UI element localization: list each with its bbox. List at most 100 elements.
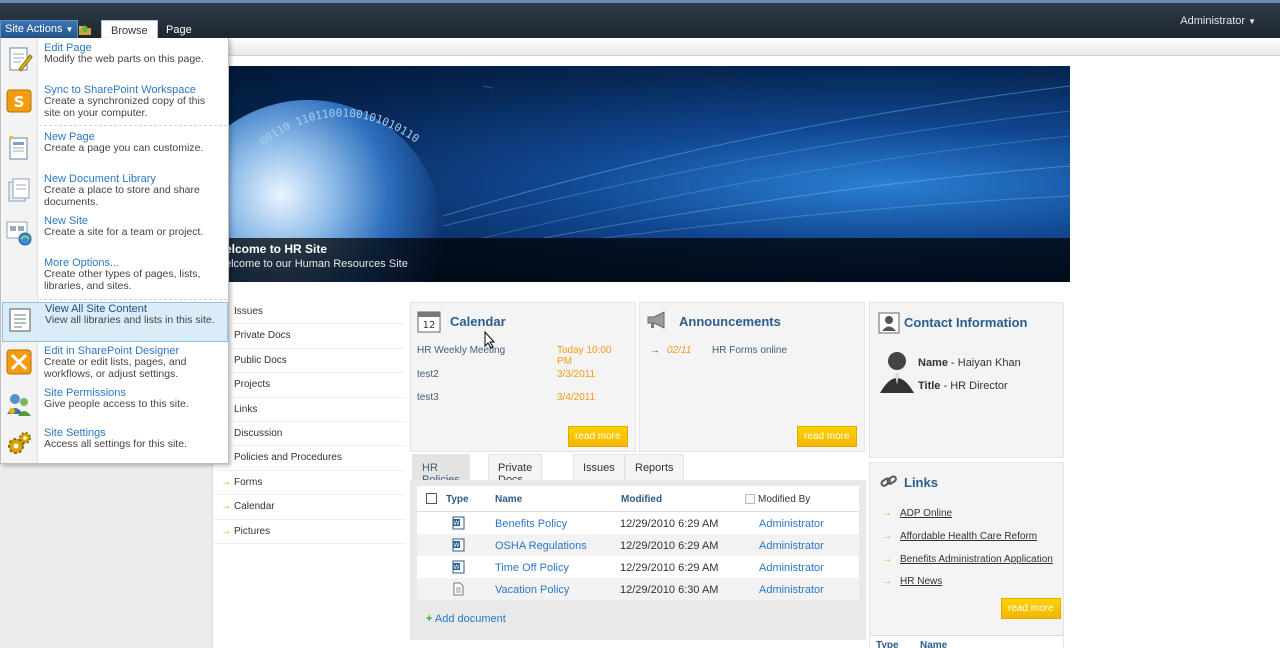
document-modified-by[interactable]: Administrator <box>759 540 824 552</box>
column-name[interactable]: Name <box>495 494 522 505</box>
navigate-up-icon[interactable] <box>78 24 92 36</box>
table-row[interactable]: Vacation Policy 12/29/2010 6:30 AM Admin… <box>417 578 859 600</box>
link-item[interactable]: → Benefits Administration Application <box>882 554 1053 565</box>
menu-item-edit-page[interactable]: Edit Page Modify the web parts on this p… <box>2 42 228 80</box>
table-row[interactable]: W Time Off Policy 12/29/2010 6:29 AM Adm… <box>417 556 859 578</box>
calendar-title[interactable]: Calendar <box>450 314 506 329</box>
user-menu[interactable]: Administrator ▼ <box>1180 15 1256 27</box>
document-modified-by[interactable]: Administrator <box>759 518 824 530</box>
column-checkbox[interactable] <box>745 494 755 504</box>
table-header: Type Name Modified Modified By <box>417 486 859 512</box>
banner-subtitle: elcome to our Human Resources Site <box>225 258 408 270</box>
settings-icon <box>5 430 33 458</box>
designer-icon <box>5 348 33 376</box>
column-type[interactable]: Type <box>876 640 899 648</box>
ql-item-forms[interactable]: → Forms <box>213 471 405 496</box>
column-name[interactable]: Name <box>920 640 947 648</box>
site-actions-menu: Edit Page Modify the web parts on this p… <box>0 38 229 464</box>
ql-item-public-docs[interactable]: →Public Docs <box>213 349 405 374</box>
menu-item-site-permissions[interactable]: Site Permissions Give people access to t… <box>2 387 228 425</box>
document-name[interactable]: OSHA Regulations <box>495 540 587 552</box>
ql-label: Private Docs <box>234 330 291 342</box>
document-name[interactable]: Vacation Policy <box>495 584 569 596</box>
document-table: Type Name Modified Modified By W Benefit… <box>417 486 859 600</box>
tab-private-docs[interactable]: Private Docs <box>488 454 543 486</box>
menu-item-desc: Create a synchronized copy of this site … <box>44 95 206 119</box>
svg-text:W: W <box>454 564 460 571</box>
ql-item-discussion[interactable]: →Discussion <box>213 422 405 447</box>
ql-label: Pictures <box>234 525 271 537</box>
menu-item-more-options[interactable]: More Options... Create other types of pa… <box>2 257 228 295</box>
menu-item-desc: Access all settings for this site. <box>44 438 187 450</box>
announcement-title[interactable]: HR Forms online <box>712 345 832 356</box>
event-name[interactable]: test2 <box>417 369 439 380</box>
announcements-read-more-button[interactable]: read more <box>797 426 857 447</box>
chevron-down-icon: ▼ <box>1248 17 1256 26</box>
tab-reports[interactable]: Reports <box>625 454 684 480</box>
event-name[interactable]: test3 <box>417 392 439 403</box>
document-modified: 12/29/2010 6:29 AM <box>620 518 719 530</box>
menu-item-new-doc-library[interactable]: New Document Library Create a place to s… <box>2 173 228 211</box>
tab-hr-policies[interactable]: HR Policies <box>412 454 470 486</box>
arrow-icon: → <box>221 525 231 537</box>
document-name[interactable]: Time Off Policy <box>495 562 569 574</box>
menu-item-desc: Create a place to store and share docume… <box>44 184 200 208</box>
document-modified-by[interactable]: Administrator <box>759 584 824 596</box>
announcements-webpart: Announcements → 02/11 HR Forms online re… <box>639 302 865 452</box>
link-label: ADP Online <box>900 508 953 519</box>
svg-text:W: W <box>454 520 460 527</box>
mouse-cursor-icon <box>484 331 496 349</box>
link-item[interactable]: → ADP Online <box>882 508 952 519</box>
contact-title[interactable]: Contact Information <box>904 315 1028 330</box>
ribbon: Site Actions ▼ Browse Page Administrator ▼ <box>0 0 1280 41</box>
site-actions-button[interactable]: Site Actions ▼ <box>0 20 79 40</box>
link-item[interactable]: → HR News <box>882 576 942 587</box>
workspace-icon: S <box>5 87 33 115</box>
ql-item-projects[interactable]: →Projects <box>213 373 405 398</box>
ql-item-issues[interactable]: →Issues <box>213 300 405 325</box>
menu-item-view-all-content[interactable]: View All Site Content View all libraries… <box>2 302 228 342</box>
menu-item-sharepoint-designer[interactable]: Edit in SharePoint Designer Create or ed… <box>2 345 228 383</box>
tab-issues[interactable]: Issues <box>573 454 625 480</box>
announcements-title[interactable]: Announcements <box>679 314 781 329</box>
select-all-checkbox[interactable] <box>426 493 437 504</box>
announcement-item[interactable]: → 02/11 HR Forms online <box>650 345 787 356</box>
column-type[interactable]: Type <box>446 494 469 505</box>
ql-label: Discussion <box>234 427 283 439</box>
word-doc-icon: W <box>452 538 465 555</box>
document-modified-by[interactable]: Administrator <box>759 562 824 574</box>
table-row[interactable]: W Benefits Policy 12/29/2010 6:29 AM Adm… <box>417 512 859 534</box>
menu-item-site-settings[interactable]: Site Settings Access all settings for th… <box>2 427 228 463</box>
column-modified[interactable]: Modified <box>621 494 662 505</box>
ql-item-calendar[interactable]: → Calendar <box>213 495 405 520</box>
menu-item-sync-workspace[interactable]: S Sync to SharePoint Workspace Create a … <box>2 84 228 122</box>
person-avatar <box>878 349 916 396</box>
links-title[interactable]: Links <box>904 475 938 490</box>
contact-name-row: Name - Haiyan Khan <box>918 357 1021 369</box>
menu-item-desc: Create a page you can customize. <box>44 142 204 154</box>
links-read-more-button[interactable]: read more <box>1001 598 1061 619</box>
ql-item-links[interactable]: →Links <box>213 398 405 422</box>
link-label: Affordable Health Care Reform <box>900 531 1038 542</box>
ql-item-pictures[interactable]: → Pictures <box>213 520 405 544</box>
menu-item-new-page[interactable]: New Page Create a page you can customize… <box>2 131 228 169</box>
ql-item-policies[interactable]: →Policies and Procedures <box>213 446 405 471</box>
link-chain-icon <box>880 474 898 493</box>
ql-item-private-docs[interactable]: →Private Docs <box>213 324 405 349</box>
add-document-link[interactable]: + Add document <box>426 613 506 625</box>
link-item[interactable]: → Affordable Health Care Reform <box>882 531 1037 542</box>
ql-label: Links <box>234 403 258 415</box>
link-label: Benefits Administration Application <box>900 554 1053 565</box>
column-modified-by[interactable]: Modified By <box>758 494 810 505</box>
calendar-webpart: 12 Calendar HR Weekly Meeting Today 10:00… <box>410 302 636 452</box>
plus-icon: + <box>426 613 433 625</box>
menu-item-new-site[interactable]: New Site Create a site for a team or pro… <box>2 215 228 253</box>
document-modified: 12/29/2010 6:29 AM <box>620 540 719 552</box>
banner-caption: elcome to HR Site elcome to our Human Re… <box>213 238 1070 282</box>
calendar-icon: 12 <box>417 309 441 336</box>
table-row[interactable]: W OSHA Regulations 12/29/2010 6:29 AM Ad… <box>417 534 859 556</box>
document-name[interactable]: Benefits Policy <box>495 518 567 530</box>
swoosh-lines <box>443 85 1070 238</box>
calendar-read-more-button[interactable]: read more <box>568 426 628 447</box>
arrow-icon: → <box>882 531 892 542</box>
